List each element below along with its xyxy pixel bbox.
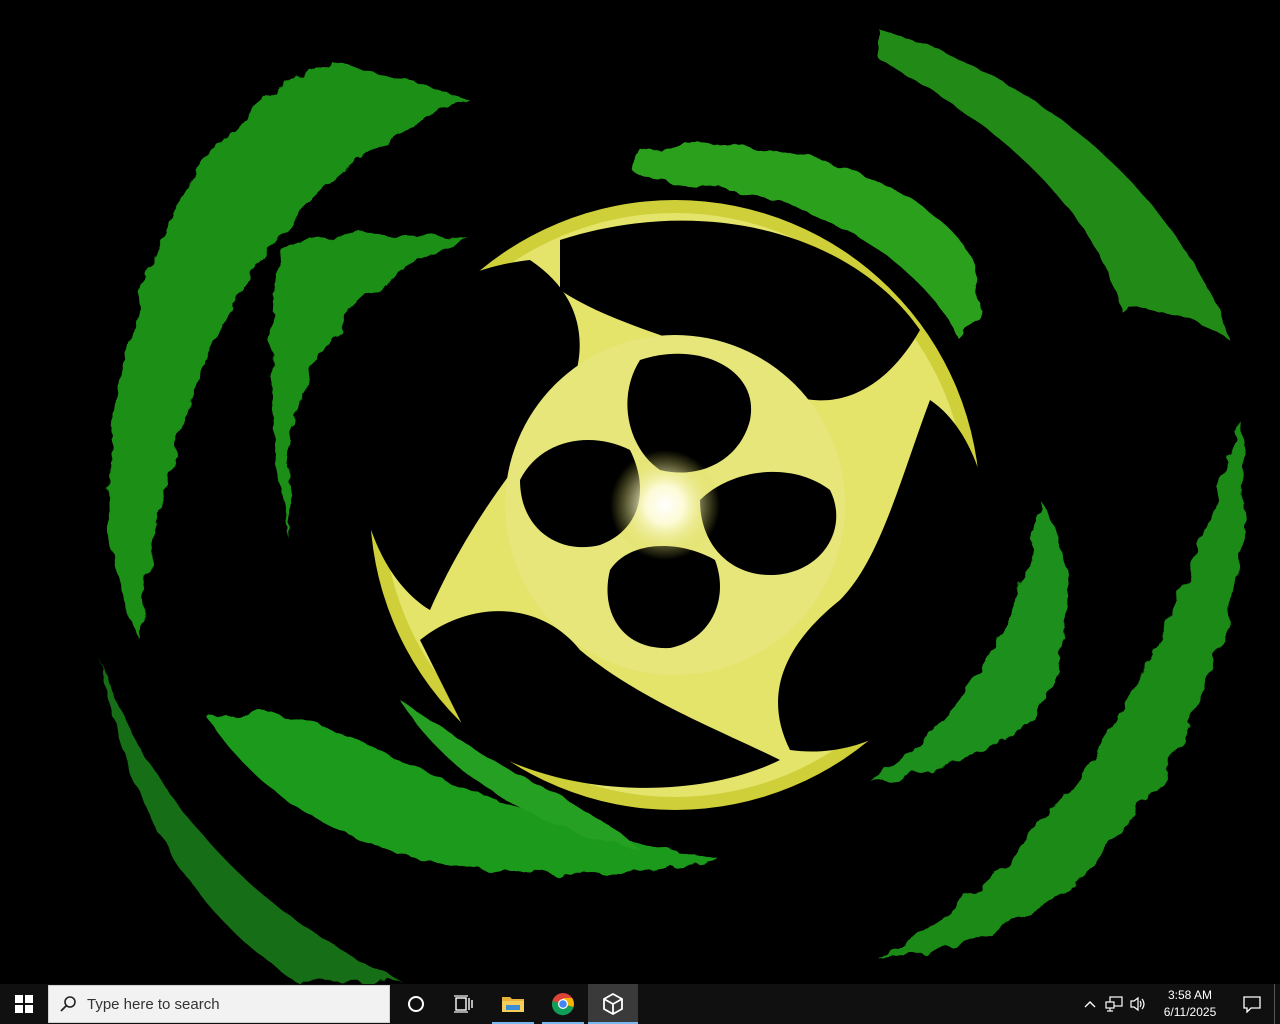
start-button[interactable] [0,984,48,1024]
search-placeholder: Type here to search [87,995,220,1013]
desktop-wallpaper [0,0,1280,984]
taskbar-app-unity-hub[interactable] [588,984,638,1024]
system-tray: 3:58 AM 6/11/2025 [1078,984,1280,1024]
cortana-circle-icon [408,996,424,1012]
network-button[interactable] [1102,984,1126,1024]
chevron-up-icon [1084,1001,1096,1008]
clock-date: 6/11/2025 [1163,1005,1217,1019]
taskbar-app-chrome[interactable] [538,984,588,1024]
volume-button[interactable] [1126,984,1150,1024]
search-input[interactable]: Type here to search [48,985,390,1023]
volume-icon [1130,996,1145,1012]
show-hidden-icons-button[interactable] [1078,984,1102,1024]
clock[interactable]: 3:58 AM 6/11/2025 [1150,984,1230,1024]
action-center-icon [1243,996,1261,1013]
task-view-button[interactable] [440,984,488,1024]
chrome-icon [551,993,574,1016]
windows-logo-icon [15,995,33,1013]
taskbar-app-file-explorer[interactable] [488,984,538,1024]
folder-icon [502,997,524,1012]
unity-icon [603,993,623,1015]
search-icon [49,996,87,1012]
show-desktop-button[interactable] [1274,984,1280,1024]
wallpaper-art [100,30,1245,984]
inner-clover [505,335,845,675]
taskbar: Type here to search 3:58 AM 6/11/2025 [0,984,1280,1024]
network-icon [1105,996,1123,1012]
task-view-icon [454,995,473,1013]
cortana-button[interactable] [392,984,440,1024]
action-center-button[interactable] [1230,984,1274,1024]
clock-time: 3:58 AM [1167,988,1213,1002]
